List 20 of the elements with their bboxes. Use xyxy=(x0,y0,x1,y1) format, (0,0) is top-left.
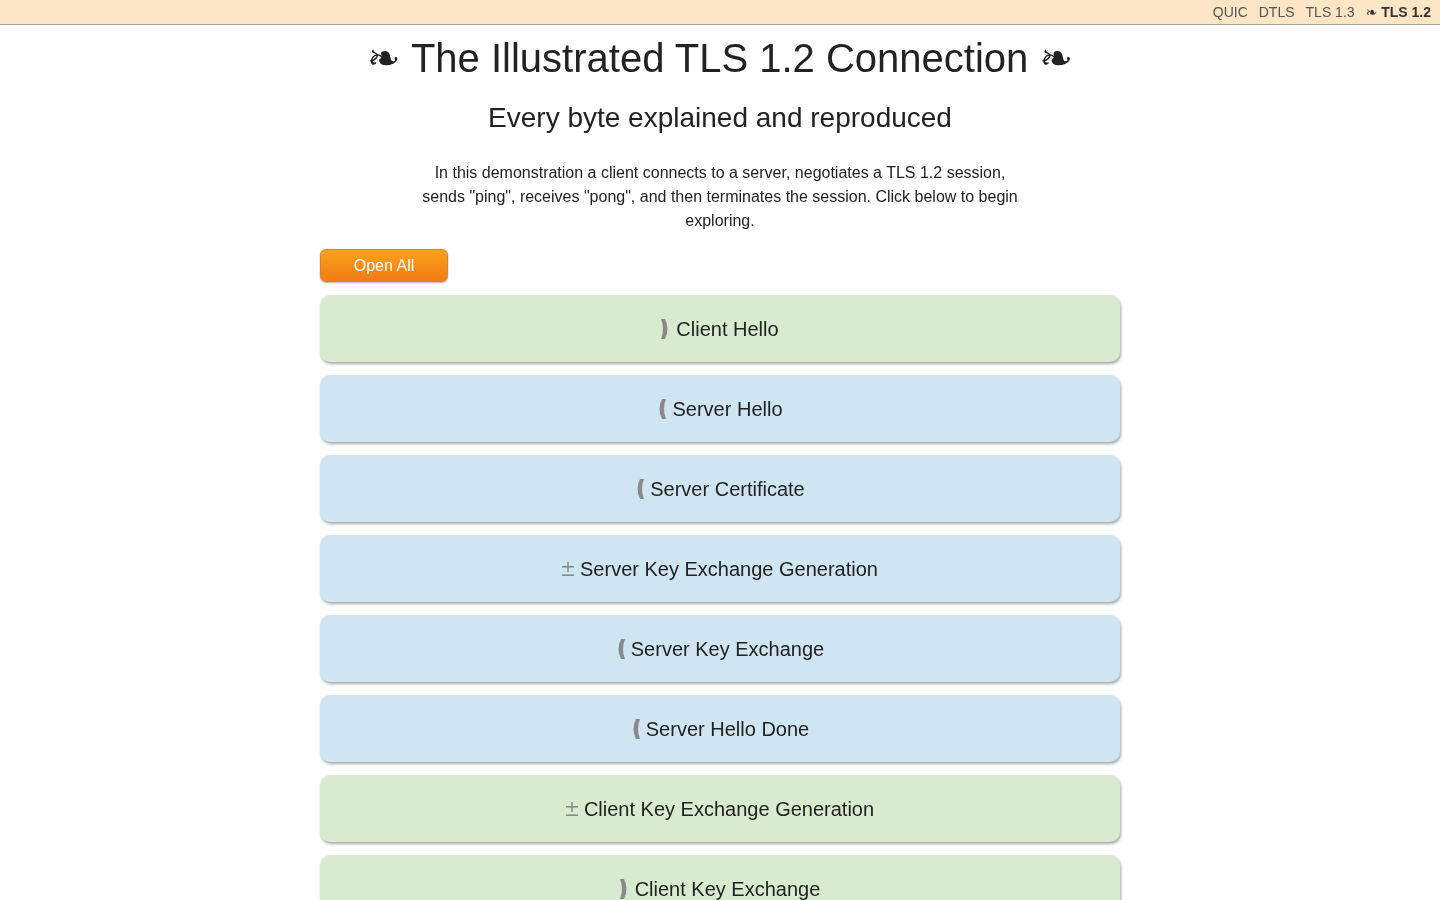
record-header[interactable]: Client Hello xyxy=(320,295,1120,362)
record-header[interactable]: Server Key Exchange Generation xyxy=(320,535,1120,602)
nav-link[interactable]: DTLS xyxy=(1258,4,1295,20)
right-bracket-icon xyxy=(619,878,629,899)
intro-paragraph: In this demonstration a client connects to a server, negotiates a TLS 1.2 session, sends "ping", receives "pong", and then terminates the session. Click below to begin exploring. xyxy=(421,163,1019,231)
nav-link[interactable]: QUIC xyxy=(1212,4,1248,20)
plus-minus-icon xyxy=(562,561,574,576)
page-title: ❧ The Illustrated TLS 1.2 Connection ❧ xyxy=(366,35,1074,82)
nav-link[interactable]: ❧ TLS 1.2 xyxy=(1365,4,1431,20)
left-bracket-icon xyxy=(657,398,667,419)
record-header[interactable]: Client Key Exchange xyxy=(320,855,1120,900)
page-subtitle: Every byte explained and reproduced xyxy=(487,101,953,135)
record-header[interactable]: Server Hello xyxy=(320,375,1120,442)
record-header[interactable]: Server Certificate xyxy=(320,455,1120,522)
record-header[interactable]: Server Hello Done xyxy=(320,695,1120,762)
left-bracket-icon xyxy=(635,478,645,499)
record-header[interactable]: Server Key Exchange xyxy=(320,615,1120,682)
nav-link[interactable]: TLS 1.3 xyxy=(1305,4,1355,20)
plus-minus-icon xyxy=(565,801,578,816)
record-header[interactable]: Client Key Exchange Generation xyxy=(320,775,1120,842)
